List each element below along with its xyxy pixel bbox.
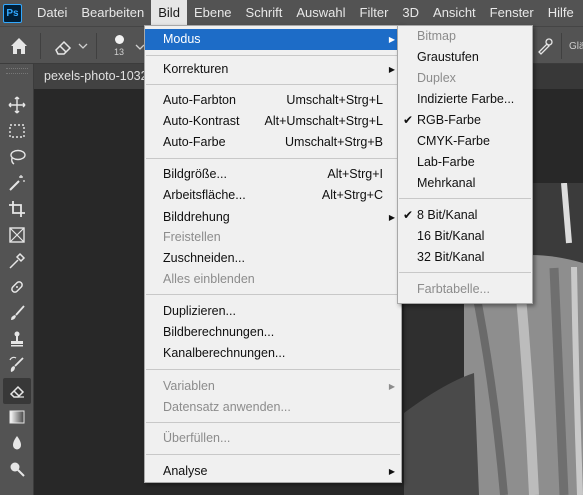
menu-item-variablen: Variablen ▶: [145, 376, 401, 397]
options-separator: [40, 33, 41, 59]
menu-separator: [146, 422, 400, 423]
submenu-item-duplex: Duplex: [417, 71, 456, 85]
menu-item-analyse[interactable]: Analyse ▶: [145, 461, 401, 482]
menu-item-auto-farbe[interactable]: Auto-Farbe Umschalt+Strg+B: [145, 132, 401, 153]
menu-item-alles-einblenden: Alles einblenden: [163, 272, 255, 286]
menu-separator: [399, 272, 531, 273]
eraser-icon: [55, 40, 88, 55]
menu-separator: [146, 84, 400, 85]
menu-item-zuschneiden[interactable]: Zuschneiden...: [145, 248, 401, 269]
home-icon[interactable]: [7, 35, 31, 57]
menu-hilfe[interactable]: Hilfe: [541, 0, 581, 26]
submenu-item-rgb-farbe[interactable]: ✔ RGB-Farbe: [398, 110, 532, 131]
menu-item-auto-farbton[interactable]: Auto-Farbton Umschalt+Strg+L: [145, 90, 401, 111]
submenu-item-32-bit-kanal[interactable]: 32 Bit/Kanal: [398, 247, 532, 268]
frame-tool-icon[interactable]: [3, 222, 31, 248]
submenu-item-graustufen[interactable]: Graustufen: [398, 47, 532, 68]
menu-filter[interactable]: Filter: [353, 0, 396, 26]
submenu-item-farbtabelle: Farbtabelle...: [417, 282, 490, 296]
submenu-arrow-icon: ▶: [388, 382, 395, 391]
menu-auswahl[interactable]: Auswahl: [289, 0, 352, 26]
menu-item-bildberechnungen[interactable]: Bildberechnungen...: [145, 322, 401, 343]
options-separator: [561, 33, 562, 59]
lasso-tool-icon[interactable]: [3, 144, 31, 170]
tools-panel: [0, 64, 34, 495]
menu-item-auto-kontrast[interactable]: Auto-Kontrast Alt+Umschalt+Strg+L: [145, 111, 401, 132]
menu-bar: Ps Datei Bearbeiten Bild Ebene Schrift A…: [0, 0, 583, 26]
gradient-tool-icon[interactable]: [3, 404, 31, 430]
menu-separator: [146, 294, 400, 295]
airbrush-icon[interactable]: [536, 37, 554, 55]
submenu-arrow-icon: ▶: [388, 35, 395, 44]
submenu-item-16-bit-kanal[interactable]: 16 Bit/Kanal: [398, 226, 532, 247]
modus-submenu: Bitmap Graustufen Duplex Indizierte Farb…: [397, 25, 533, 304]
menu-item-duplizieren[interactable]: Duplizieren...: [145, 301, 401, 322]
checkmark-icon: ✔: [403, 208, 414, 222]
submenu-item-8-bit-kanal[interactable]: ✔ 8 Bit/Kanal: [398, 205, 532, 226]
photoshop-logo-icon: Ps: [3, 3, 22, 23]
menu-item-ueberfuellen: Überfüllen...: [163, 431, 231, 445]
menu-item-modus[interactable]: Modus ▶: [145, 29, 401, 50]
menu-item-bilddrehung[interactable]: Bilddrehung ▶: [145, 207, 401, 228]
move-tool-icon[interactable]: [3, 92, 31, 118]
menu-separator: [146, 158, 400, 159]
document-tab[interactable]: pexels-photo-10322: [34, 64, 154, 89]
magic-wand-tool-icon[interactable]: [3, 170, 31, 196]
menu-item-freistellen: Freistellen: [163, 230, 221, 244]
submenu-item-cmyk-farbe[interactable]: CMYK-Farbe: [398, 131, 532, 152]
menu-item-datensatz-anwenden: Datensatz anwenden...: [163, 400, 291, 414]
menu-fenster[interactable]: Fenster: [483, 0, 541, 26]
menu-item-arbeitsflaeche[interactable]: Arbeitsfläche... Alt+Strg+C: [145, 185, 401, 206]
menu-ansicht[interactable]: Ansicht: [426, 0, 483, 26]
submenu-arrow-icon: ▶: [388, 213, 395, 222]
history-brush-tool-icon[interactable]: [3, 352, 31, 378]
submenu-arrow-icon: ▶: [388, 467, 395, 476]
brush-tip-icon: [114, 35, 124, 44]
menu-separator: [146, 369, 400, 370]
menu-separator: [146, 454, 400, 455]
menu-item-kanalberechnungen[interactable]: Kanalberechnungen...: [145, 343, 401, 364]
menu-separator: [146, 55, 400, 56]
menu-bild[interactable]: Bild: [151, 0, 187, 26]
menu-3d[interactable]: 3D: [395, 0, 426, 26]
blur-tool-icon[interactable]: [3, 430, 31, 456]
menu-datei[interactable]: Datei: [30, 0, 74, 26]
panel-grip[interactable]: [6, 68, 28, 74]
submenu-item-lab-farbe[interactable]: Lab-Farbe: [398, 152, 532, 173]
menu-separator: [399, 198, 531, 199]
healing-brush-tool-icon[interactable]: [3, 274, 31, 300]
eyedropper-tool-icon[interactable]: [3, 248, 31, 274]
brush-preset-picker[interactable]: 13: [104, 33, 134, 61]
menu-bearbeiten[interactable]: Bearbeiten: [74, 0, 151, 26]
menu-schrift[interactable]: Schrift: [239, 0, 290, 26]
dodge-tool-icon[interactable]: [3, 456, 31, 482]
checkmark-icon: ✔: [403, 113, 414, 127]
marquee-tool-icon[interactable]: [3, 118, 31, 144]
tool-preset-picker[interactable]: [50, 36, 90, 56]
options-separator: [96, 33, 97, 59]
brush-tool-icon[interactable]: [3, 300, 31, 326]
eraser-tool-icon[interactable]: [3, 378, 31, 404]
submenu-item-mehrkanal[interactable]: Mehrkanal: [398, 173, 532, 194]
submenu-arrow-icon: ▶: [388, 65, 395, 74]
menu-ebene[interactable]: Ebene: [187, 0, 239, 26]
smoothing-label: Glä: [569, 41, 583, 52]
brush-size-value: 13: [113, 47, 124, 57]
menu-item-bildgroesse[interactable]: Bildgröße... Alt+Strg+I: [145, 164, 401, 185]
crop-tool-icon[interactable]: [3, 196, 31, 222]
submenu-item-bitmap: Bitmap: [417, 29, 456, 43]
bild-menu-dropdown: Modus ▶ Korrekturen ▶ Auto-Farbton Umschalt…: [144, 25, 402, 483]
submenu-item-indizierte-farbe[interactable]: Indizierte Farbe...: [398, 89, 532, 110]
menu-item-korrekturen[interactable]: Korrekturen ▶: [145, 59, 401, 80]
clone-stamp-tool-icon[interactable]: [3, 326, 31, 352]
